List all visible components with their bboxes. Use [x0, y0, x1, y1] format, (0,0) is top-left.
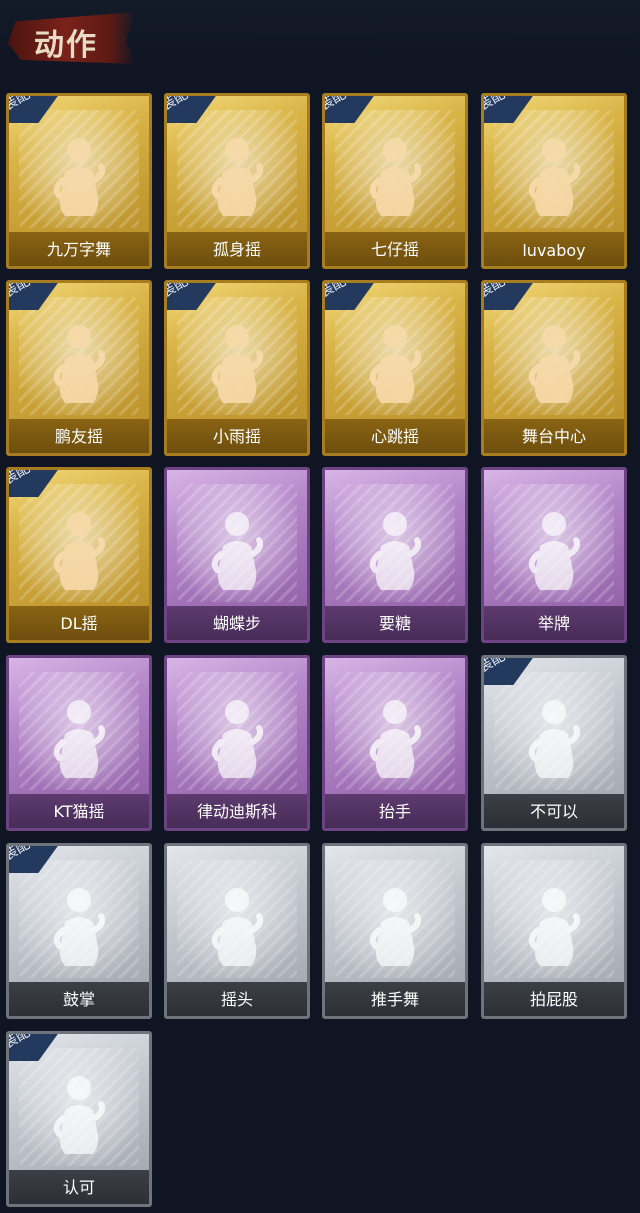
emote-card[interactable]: 孤身摇 装配 — [164, 93, 310, 269]
emote-grid: 九万字舞装配 孤身摇装配 七仔摇装配 luvaboy装配 鹏友摇装配 — [0, 0, 640, 1213]
dance-pose-icon — [49, 132, 109, 224]
emote-card[interactable]: 鼓掌 装配 — [6, 843, 152, 1019]
equipped-badge-text: 装配 — [6, 843, 33, 865]
equipped-badge-text: 装配 — [164, 280, 191, 302]
emote-card[interactable]: 九万字舞 装配 — [6, 93, 152, 269]
emote-card[interactable]: 律动迪斯科 — [164, 655, 310, 831]
finger-wag-icon — [524, 694, 584, 786]
card-label: 孤身摇 — [212, 240, 261, 259]
emote-card[interactable]: 举牌 — [481, 467, 627, 643]
card-label: 举牌 — [537, 614, 570, 633]
card-label: 鹏友摇 — [54, 427, 103, 446]
card-label: 拍屁股 — [529, 990, 578, 1009]
emote-card[interactable]: 认可 装配 — [6, 1031, 152, 1207]
emote-card[interactable]: 要糖 — [322, 467, 468, 643]
emote-card[interactable]: 鹏友摇 装配 — [6, 280, 152, 456]
emote-card[interactable]: KT猫摇 — [6, 655, 152, 831]
emote-card[interactable]: 拍屁股 — [481, 843, 627, 1019]
equipped-badge-text: 装配 — [6, 280, 33, 302]
equipped-badge-text: 装配 — [481, 280, 508, 302]
dance-pose-icon — [207, 132, 267, 224]
equipped-badge-text: 装配 — [6, 93, 33, 115]
card-label: 鼓掌 — [62, 990, 95, 1009]
emote-card[interactable]: 心跳摇 装配 — [322, 280, 468, 456]
card-label: DL摇 — [60, 614, 98, 633]
clap-icon — [49, 882, 109, 974]
card-label: 舞台中心 — [521, 427, 586, 446]
reach-pose-icon — [365, 506, 425, 598]
equipped-badge-text: 装配 — [481, 93, 508, 115]
dance-pose-icon — [207, 694, 267, 786]
emote-card[interactable]: 小雨摇 装配 — [164, 280, 310, 456]
dance-pose-icon — [365, 319, 425, 411]
card-label: 要糖 — [378, 614, 411, 633]
dance-pose-icon — [49, 694, 109, 786]
card-label: 推手舞 — [370, 990, 419, 1009]
card-label: 律动迪斯科 — [196, 802, 277, 821]
equipped-badge-text: 装配 — [6, 1031, 33, 1053]
card-label: 小雨摇 — [212, 427, 261, 446]
card-label: 心跳摇 — [370, 427, 419, 446]
thumbs-up-icon — [49, 1070, 109, 1162]
equipped-badge-text: 装配 — [322, 93, 349, 115]
push-dance-icon — [365, 882, 425, 974]
emote-card[interactable]: 摇头 — [164, 843, 310, 1019]
emote-card[interactable]: 抬手 — [322, 655, 468, 831]
dance-pose-icon — [207, 506, 267, 598]
dance-pose-icon — [524, 132, 584, 224]
card-label: 认可 — [62, 1178, 95, 1197]
dance-pose-icon — [365, 132, 425, 224]
dance-pose-icon — [49, 319, 109, 411]
emote-card[interactable]: 七仔摇 装配 — [322, 93, 468, 269]
head-shake-icon — [207, 882, 267, 974]
card-label: KT猫摇 — [53, 802, 105, 821]
card-label: 九万字舞 — [46, 240, 111, 259]
dance-pose-icon — [49, 506, 109, 598]
emote-card[interactable]: luvaboy 装配 — [481, 93, 627, 269]
card-label: luvaboy — [522, 241, 586, 260]
emote-card[interactable]: 推手舞 — [322, 843, 468, 1019]
emote-card[interactable]: 蝴蝶步 — [164, 467, 310, 643]
card-label: 抬手 — [378, 802, 411, 821]
card-label: 摇头 — [220, 990, 253, 1009]
equipped-badge-text: 装配 — [6, 467, 33, 489]
equipped-badge-text: 装配 — [164, 93, 191, 115]
dance-pose-icon — [207, 319, 267, 411]
dance-pose-icon — [524, 319, 584, 411]
pat-pose-icon — [524, 882, 584, 974]
card-label: 不可以 — [529, 802, 578, 821]
emote-card[interactable]: 舞台中心 装配 — [481, 280, 627, 456]
emote-card[interactable]: DL摇 装配 — [6, 467, 152, 643]
card-label: 蝴蝶步 — [212, 614, 261, 633]
raise-hand-icon — [365, 694, 425, 786]
sign-pose-icon — [524, 506, 584, 598]
equipped-badge-text: 装配 — [322, 280, 349, 302]
emote-card[interactable]: 不可以 装配 — [481, 655, 627, 831]
equipped-badge-text: 装配 — [481, 655, 508, 677]
card-label: 七仔摇 — [370, 240, 419, 259]
